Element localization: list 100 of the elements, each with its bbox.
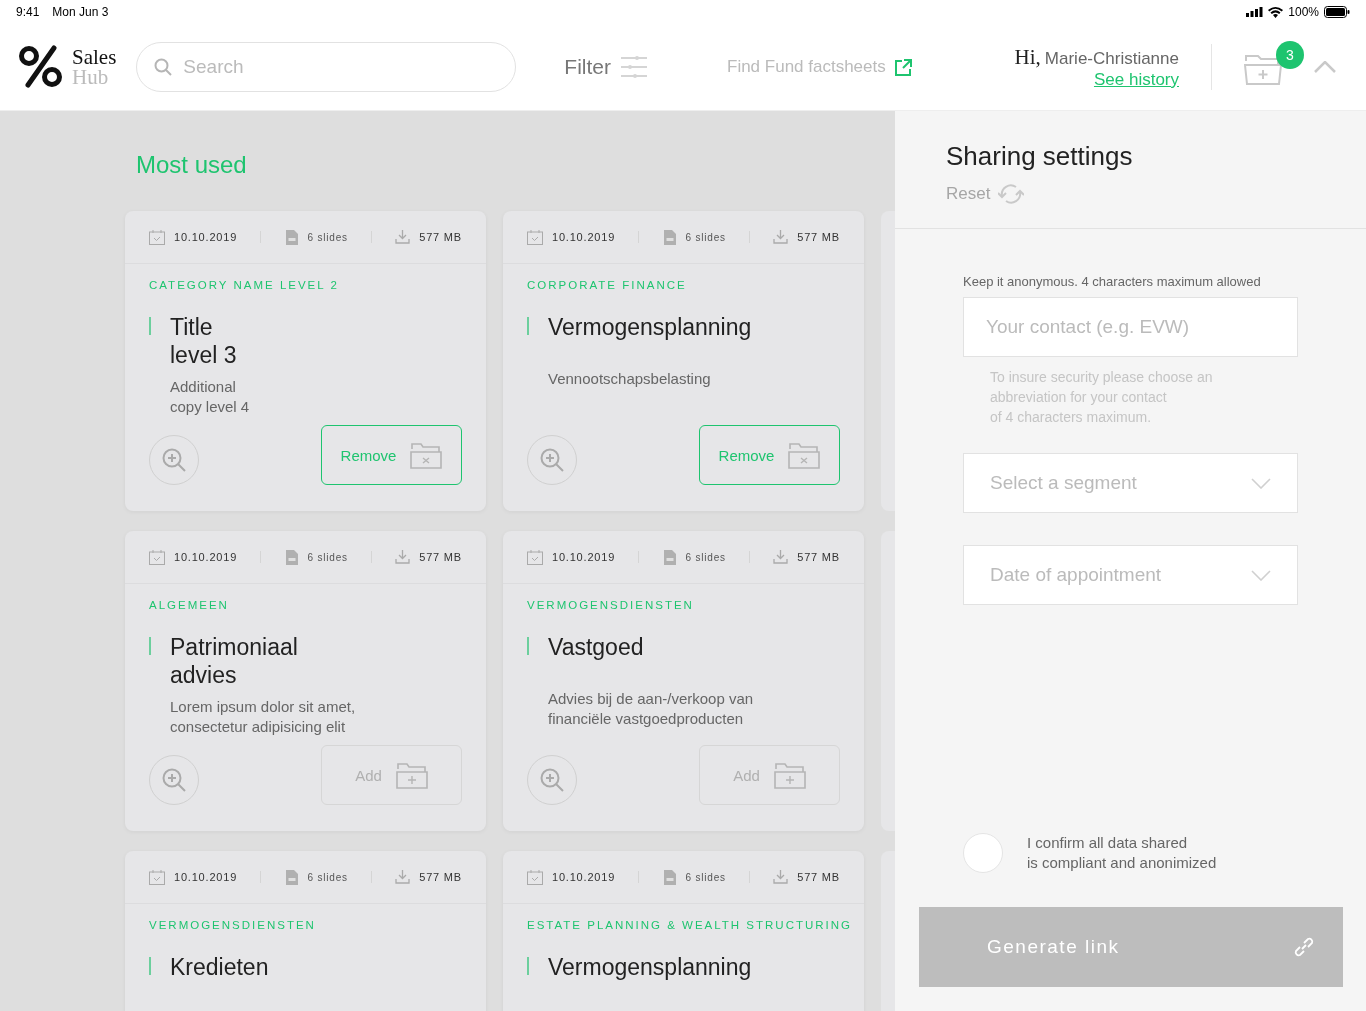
chevron-down-icon [1251,477,1271,489]
card-title: Title level 3 [170,313,237,369]
download-icon [773,550,789,564]
zoom-in-icon [539,447,565,473]
sliders-icon [621,56,647,78]
section-title: Most used [136,151,248,179]
external-link-icon [894,58,912,76]
calendar-icon [149,869,165,885]
card-title: Kredieten [170,953,269,981]
calendar-icon [527,549,543,565]
download-icon [773,870,789,884]
field-label: Keep it anonymous. 4 characters maximum allowed [963,274,1262,289]
card-slides: 6 slides [685,551,726,563]
card-slides: 6 slides [685,871,726,883]
document-card[interactable]: 10.10.2019 6 slides 577 MB VERMOGENSDIENSTEN Vastgoed Advies bij de aan-/verkoop van financiële vastgoedproducten Add [503,531,864,831]
zoom-in-icon [161,767,187,793]
document-card[interactable]: 10.10.2019 6 slides 577 MB ESTATE PLANNING & WEALTH STRUCTURING Vermogensplanning [503,851,864,1011]
download-icon [773,230,789,244]
calendar-icon [527,869,543,885]
card-slides: 6 slides [685,231,726,243]
card-size: 577 MB [797,231,840,243]
card-date: 10.10.2019 [552,551,616,563]
user-name: Marie-Christianne [1044,48,1179,68]
add-button[interactable]: Add [321,745,462,805]
cart-count-badge: 3 [1276,41,1304,69]
logo-text: Sales [72,47,117,67]
zoom-in-icon [539,767,565,793]
folder-add-icon [773,761,806,789]
document-card[interactable]: 10.10.2019 6 slides 577 MB CORPORATE FINANCE Vermogensplanning Vennootschapsbelasting Remove [503,211,864,511]
zoom-in-icon [161,447,187,473]
calendar-icon [149,229,165,245]
card-date: 10.10.2019 [174,871,238,883]
document-icon [662,228,677,246]
dropdown-field[interactable]: Date of appointment [963,545,1298,605]
card-title: Vastgoed [548,633,644,661]
chevron-up-icon[interactable] [1314,61,1336,73]
document-card[interactable]: 10.10.2019 6 slides 577 MB VERMOGENSDIENSTEN Kredieten [125,851,486,1011]
card-slides: 6 slides [307,231,348,243]
card-category: CATEGORY NAME LEVEL 2 [149,279,339,291]
logo-text: Hub [72,67,110,87]
card-size: 577 MB [797,871,840,883]
card-description: Lorem ipsum dolor sit amet, consectetur adipisicing elit [170,697,357,737]
add-button[interactable]: Add [699,745,840,805]
greeting: Hi, [1014,44,1041,69]
card-category: VERMOGENSDIENSTEN [527,599,694,611]
card-category: VERMOGENSDIENSTEN [149,919,316,931]
card-size: 577 MB [419,871,462,883]
contact-field[interactable]: Your contact (e.g. EVW) [963,297,1298,357]
download-icon [395,870,411,884]
card-category: ESTATE PLANNING & WEALTH STRUCTURING [527,919,853,931]
card-category: CORPORATE FINANCE [527,279,687,291]
wifi-icon [1268,6,1284,18]
card-slides: 6 slides [307,871,348,883]
panel-title: Sharing settings [946,141,1134,172]
document-icon [662,548,677,566]
document-card[interactable]: 10.10.2019 6 slides 577 MB CATEGORY NAME LEVEL 2 Title level 3 Additional copy level 4 Remove [125,211,486,511]
history-link[interactable]: See history [1093,69,1179,90]
status-time: 9:41 [16,5,40,19]
factsheets-link[interactable]: Find Fund factsheets [727,57,912,77]
dropdown-field[interactable]: Select a segment [963,453,1298,513]
zoom-in-button[interactable] [527,435,577,485]
card-description: Additional copy level 4 [170,377,251,417]
document-card[interactable]: 10.10.2019 6 slides 577 MB ALGEMEEN Patrimoniaal advies Lorem ipsum dolor sit amet, consectetur adipisicing elit Add [125,531,486,831]
card-description: Advies bij de aan-/verkoop van financiële vastgoedproducten [548,689,755,729]
zoom-in-button[interactable] [149,435,199,485]
card-title: Vermogensplanning [548,313,752,341]
reset-button[interactable]: Reset [946,184,1025,204]
folder-add-icon [395,761,428,789]
download-icon [395,550,411,564]
refresh-icon [998,184,1025,204]
link-icon [1293,936,1315,958]
document-icon [284,228,299,246]
card-size: 577 MB [797,551,840,563]
zoom-in-button[interactable] [527,755,577,805]
folder-remove-icon [410,441,443,469]
card-date: 10.10.2019 [552,231,616,243]
confirm-label: I confirm all data shared is compliant and anonimized [1027,833,1217,873]
status-date: Mon Jun 3 [52,5,109,19]
calendar-icon [527,229,543,245]
chevron-down-icon [1251,569,1271,581]
remove-button[interactable]: Remove [699,425,840,485]
card-title: Patrimoniaal advies [170,633,298,689]
card-date: 10.10.2019 [174,231,238,243]
document-icon [284,548,299,566]
battery-percent: 100% [1288,5,1319,19]
card-date: 10.10.2019 [552,871,616,883]
document-icon [662,868,677,886]
card-description: Vennootschapsbelasting [548,369,712,389]
filter-button[interactable]: Filter [564,55,647,79]
card-size: 577 MB [419,551,462,563]
signal-icon [1246,7,1264,17]
remove-button[interactable]: Remove [321,425,462,485]
search-field[interactable]: Search [136,42,517,92]
card-category: ALGEMEEN [149,599,229,611]
folder-remove-icon [788,441,821,469]
zoom-in-button[interactable] [149,755,199,805]
confirm-checkbox[interactable] [963,833,1003,873]
folder-add-icon[interactable] [1244,53,1282,85]
calendar-icon [149,549,165,565]
battery-icon [1324,6,1350,18]
